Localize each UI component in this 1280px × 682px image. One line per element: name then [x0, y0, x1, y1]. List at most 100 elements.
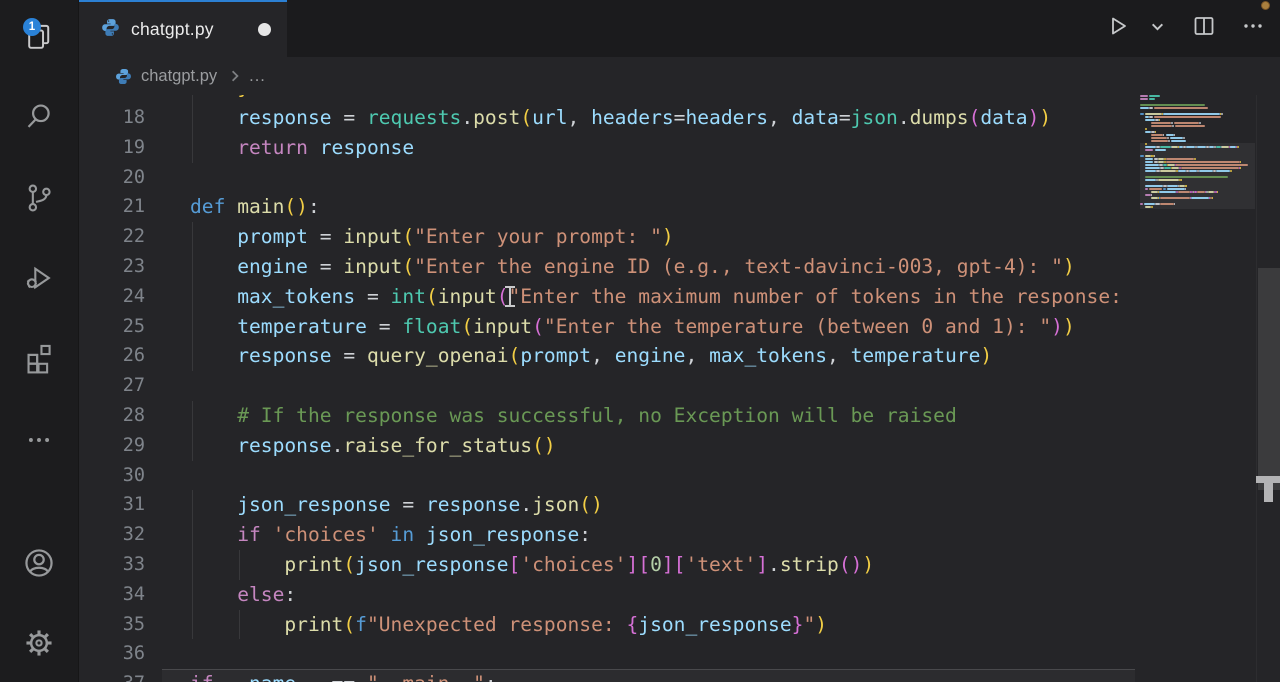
line-number: 35 [78, 610, 145, 640]
minimap-row [1183, 137, 1185, 139]
sidebar-item-search[interactable] [19, 97, 59, 137]
split-editor-button[interactable] [1191, 16, 1217, 42]
play-icon [1106, 14, 1130, 43]
minimap-row [1175, 125, 1205, 127]
code-text: max_tokens = int(input("Enter the maximu… [190, 282, 1134, 312]
line-number: 28 [78, 401, 145, 431]
line-number: 27 [78, 371, 145, 401]
tab-chatgpt-py[interactable]: chatgpt.py [78, 0, 287, 57]
breadcrumb-more[interactable]: ... [249, 67, 266, 86]
minimap-row [1151, 134, 1163, 136]
line-number: 22 [78, 222, 145, 252]
minimap-row [1208, 191, 1215, 193]
minimap-row [1199, 170, 1213, 172]
minimap-row [1172, 167, 1179, 169]
code-line[interactable]: 23 engine = input("Enter the engine ID (… [78, 252, 1135, 282]
sidebar-item-more-views[interactable] [19, 420, 59, 460]
minimap-row [1159, 191, 1177, 193]
minimap-row [1145, 113, 1161, 115]
minimap-row [1145, 155, 1150, 157]
code-line[interactable]: 21def main(): [78, 192, 1135, 222]
code-text: engine = input("Enter the engine ID (e.g… [190, 252, 1075, 282]
code-line[interactable]: 37if __name__ == "__main__": [78, 669, 1135, 682]
minimap-row [1140, 107, 1149, 109]
chevron-right-icon [229, 70, 241, 82]
code-line[interactable]: 26 response = query_openai(prompt, engin… [78, 341, 1135, 371]
code-line[interactable]: 18 response = requests.post(url, headers… [78, 103, 1135, 133]
minimap-row [1145, 164, 1159, 166]
code-viewport[interactable]: 17 }18 response = requests.post(url, hea… [78, 95, 1135, 682]
code-line[interactable]: 19 return response [78, 133, 1135, 163]
sidebar-item-extensions[interactable] [19, 338, 59, 378]
code-text: temperature = float(input("Enter the tem… [190, 312, 1075, 342]
mouse-cursor-artifact [1256, 476, 1280, 502]
minimap-row [1149, 116, 1153, 118]
minimap-row [1149, 188, 1161, 190]
minimap-row [1154, 155, 1156, 157]
code-line[interactable]: 28 # If the response was successful, no … [78, 401, 1135, 431]
minimap-row [1178, 170, 1186, 172]
minimap-row [1149, 98, 1154, 100]
code-line[interactable]: 25 temperature = float(input("Enter the … [78, 312, 1135, 342]
minimap-row [1189, 170, 1197, 172]
minimap-row [1171, 140, 1186, 142]
code-line[interactable]: 34 else: [78, 580, 1135, 610]
minimap-row [1154, 158, 1158, 160]
code-line[interactable]: 20 [78, 163, 1135, 193]
code-line[interactable]: 36 [78, 639, 1135, 669]
code-line[interactable]: 27 [78, 371, 1135, 401]
minimap-row [1212, 197, 1214, 199]
minimap[interactable] [1140, 95, 1255, 682]
breadcrumb-file[interactable]: chatgpt.py [141, 67, 217, 86]
scrollbar-thumb[interactable] [1258, 268, 1280, 490]
minimap-row [1145, 179, 1156, 181]
line-number: 17 [78, 95, 145, 103]
minimap-row [1151, 140, 1169, 142]
minimap-row [1145, 176, 1227, 178]
sidebar-item-run-debug[interactable] [19, 258, 59, 298]
code-line[interactable]: 24 max_tokens = int(input("Enter the max… [78, 282, 1135, 312]
minimap-row [1145, 119, 1154, 121]
run-button[interactable] [1105, 16, 1131, 42]
minimap-row [1145, 146, 1156, 148]
more-actions-button[interactable] [1240, 16, 1266, 42]
minimap-row [1194, 158, 1196, 160]
code-line[interactable]: 17 } [78, 95, 1135, 103]
line-number: 36 [78, 639, 145, 669]
minimap-row [1145, 188, 1148, 190]
code-line[interactable]: 32 if 'choices' in json_response: [78, 520, 1135, 550]
ellipsis-icon [24, 425, 54, 455]
code-text: if 'choices' in json_response: [190, 520, 591, 550]
chevron-down-icon [1150, 19, 1165, 39]
code-line[interactable]: 35 print(f"Unexpected response: {json_re… [78, 610, 1135, 640]
minimap-row [1140, 203, 1143, 205]
code-line[interactable]: 33 print(json_response['choices'][0]['te… [78, 550, 1135, 580]
minimap-row [1145, 185, 1163, 187]
minimap-row [1151, 197, 1158, 199]
code-line[interactable]: 29 response.raise_for_status() [78, 431, 1135, 461]
minimap-row [1140, 95, 1148, 97]
search-icon [23, 101, 55, 133]
code-line[interactable]: 31 json_response = response.json() [78, 490, 1135, 520]
code-text: else: [190, 580, 296, 610]
tab-bar: chatgpt.py [78, 0, 1280, 57]
code-text: def main(): [190, 192, 320, 222]
minimap-row [1140, 155, 1144, 157]
code-text: prompt = input("Enter your prompt: ") [190, 222, 674, 252]
minimap-row [1140, 98, 1148, 100]
code-line[interactable]: 30 [78, 461, 1135, 491]
run-dropdown-button[interactable] [1148, 16, 1166, 42]
modified-indicator[interactable] [258, 23, 271, 36]
line-number: 19 [78, 133, 145, 163]
sidebar-item-source-control[interactable] [19, 178, 59, 218]
code-text: print(json_response['choices'][0]['text'… [190, 550, 874, 580]
settings-button[interactable] [19, 623, 59, 663]
code-text: # If the response was successful, no Exc… [190, 401, 957, 431]
code-line[interactable]: 22 prompt = input("Enter your prompt: ") [78, 222, 1135, 252]
account-button[interactable] [19, 543, 59, 583]
minimap-row [1163, 188, 1166, 190]
minimap-row [1167, 185, 1178, 187]
vertical-scrollbar[interactable] [1256, 95, 1280, 682]
minimap-row [1158, 158, 1165, 160]
line-number: 37 [78, 669, 145, 682]
